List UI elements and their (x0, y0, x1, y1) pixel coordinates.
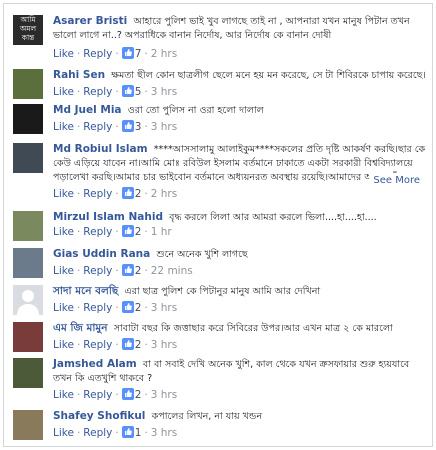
comment-actions: Like · Reply · 7 · 2 hrs (53, 47, 178, 60)
timestamp[interactable]: 3 hrs (151, 389, 177, 401)
like-button[interactable]: Like (53, 121, 74, 133)
comment-actions: Like · Reply · 2 · 3 hrs (53, 338, 178, 351)
comment-actions: Like · Reply · 2 · 22 mins (53, 264, 193, 277)
thumbs-up-icon[interactable] (121, 388, 134, 400)
thumbs-up-icon[interactable] (121, 47, 134, 59)
commenter-name[interactable]: Md Juel Mia (53, 104, 122, 116)
commenter-name[interactable]: Gias Uddin Rana (53, 248, 150, 260)
like-button[interactable]: Like (53, 86, 74, 98)
reply-button[interactable]: Reply (83, 339, 112, 351)
avatar[interactable] (13, 143, 43, 173)
thumbs-up-icon[interactable] (121, 264, 134, 276)
commenter-name[interactable]: Rahi Sen (53, 69, 105, 81)
thumbs-up-icon[interactable] (121, 85, 134, 97)
commenter-name[interactable]: Asarer Bristi (53, 15, 127, 27)
like-button[interactable]: Like (53, 302, 74, 314)
comment-actions: Like · Reply · 3 · 3 hrs (53, 120, 178, 133)
comment-text: ক্ষমতা ছীল কোন ছাত্রলীগ ছেলে মনে হয় মন … (111, 70, 426, 81)
avatar[interactable] (13, 358, 43, 388)
default-avatar-icon (17, 290, 39, 315)
commenter-name[interactable]: Shafey Shofikul (53, 410, 145, 422)
comment-actions: Like · Reply · 1 · 3 hrs (53, 426, 178, 439)
comment-actions: Like · Reply · 2 · 1 hr (53, 225, 172, 238)
comment-actions: Like · Reply · 2 · 3 hrs (53, 301, 178, 314)
timestamp[interactable]: 3 hrs (151, 121, 177, 133)
comment-actions: Like · Reply · 2 · 3 hrs (53, 388, 178, 401)
comment-text: বৃদ্ধ করলে লিলা আর আমরা করলে ভিলা....হা.… (169, 212, 377, 223)
avatar[interactable]: আমি অমল কান্ত (13, 15, 43, 45)
commenter-name[interactable]: এম জি মামুন (53, 322, 108, 334)
see-more-wrap: See More (369, 173, 420, 188)
thumbs-up-icon[interactable] (121, 225, 134, 237)
like-button[interactable]: Like (53, 188, 74, 200)
reply-button[interactable]: Reply (83, 302, 112, 314)
like-count: 2 (134, 389, 142, 401)
commenter-name[interactable]: সাদা মনে বলছি (53, 285, 118, 297)
commenter-name[interactable]: Md Robiul Islam (53, 143, 148, 155)
comment-actions: Like · Reply · 5 · 3 hrs (53, 85, 178, 98)
see-more-link[interactable]: See More (373, 175, 420, 186)
like-button[interactable]: Like (53, 427, 74, 439)
like-button[interactable]: Like (53, 48, 74, 60)
comment-text: কপালের লিখন, না যায় খন্ডন (151, 411, 263, 422)
timestamp[interactable]: 2 hrs (151, 48, 177, 60)
avatar[interactable] (13, 410, 43, 440)
avatar[interactable] (13, 104, 43, 134)
like-count: 1 (134, 427, 142, 439)
comment-text: শুনে অনেক খুশি লাগছে (156, 249, 248, 260)
thumbs-up-icon[interactable] (121, 338, 134, 350)
timestamp[interactable]: 3 hrs (151, 302, 177, 314)
reply-button[interactable]: Reply (83, 226, 112, 238)
thumbs-up-icon[interactable] (121, 120, 134, 132)
comment-text: সাবাটা বছর কি জত্তাছার করে সিবিরের উপর।আ… (113, 323, 393, 334)
reply-button[interactable]: Reply (83, 86, 112, 98)
like-count: 5 (134, 86, 142, 98)
like-count: 2 (134, 302, 142, 314)
comment-actions: Like · Reply · 2 · 2 hrs (53, 187, 178, 200)
timestamp[interactable]: 3 hrs (151, 86, 177, 98)
commenter-name[interactable]: Jamshed Alam (53, 358, 137, 370)
like-count: 7 (134, 48, 142, 60)
avatar[interactable] (13, 69, 43, 99)
reply-button[interactable]: Reply (83, 121, 112, 133)
like-count: 2 (134, 188, 142, 200)
thumbs-up-icon[interactable] (121, 426, 134, 438)
timestamp[interactable]: 3 hrs (151, 427, 177, 439)
like-button[interactable]: Like (53, 339, 74, 351)
like-button[interactable]: Like (53, 389, 74, 401)
like-count: 2 (134, 226, 142, 238)
reply-button[interactable]: Reply (83, 265, 112, 277)
like-count: 2 (134, 339, 142, 351)
comment-text: ওরা তো পুলিস না ওরা হলো দালাল (127, 105, 264, 116)
avatar-caption: আমি অমল কান্ত (19, 15, 37, 42)
like-count: 3 (134, 121, 142, 133)
commenter-name[interactable]: Mirzul Islam Nahid (53, 211, 163, 223)
thumbs-up-icon[interactable] (121, 187, 134, 199)
like-count: 2 (134, 265, 142, 277)
timestamp[interactable]: 1 hr (151, 226, 172, 238)
reply-button[interactable]: Reply (83, 188, 112, 200)
comments-panel: আমি অমল কান্ত Asarer Bristi আহারে পুলিশ … (3, 3, 433, 447)
reply-button[interactable]: Reply (83, 48, 112, 60)
timestamp[interactable]: 3 hrs (151, 339, 177, 351)
like-button[interactable]: Like (53, 226, 74, 238)
timestamp[interactable]: 2 hrs (151, 188, 177, 200)
reply-button[interactable]: Reply (83, 389, 112, 401)
avatar[interactable] (13, 211, 43, 241)
timestamp[interactable]: 22 mins (151, 265, 193, 277)
comment-text: এরা ছাত্র পুলিশ কে পিটানুর মানুষ আমি আর … (124, 286, 321, 297)
reply-button[interactable]: Reply (83, 427, 112, 439)
thumbs-up-icon[interactable] (121, 301, 134, 313)
avatar[interactable] (13, 285, 43, 315)
like-button[interactable]: Like (53, 265, 74, 277)
avatar[interactable] (13, 322, 43, 352)
avatar[interactable] (13, 248, 43, 278)
